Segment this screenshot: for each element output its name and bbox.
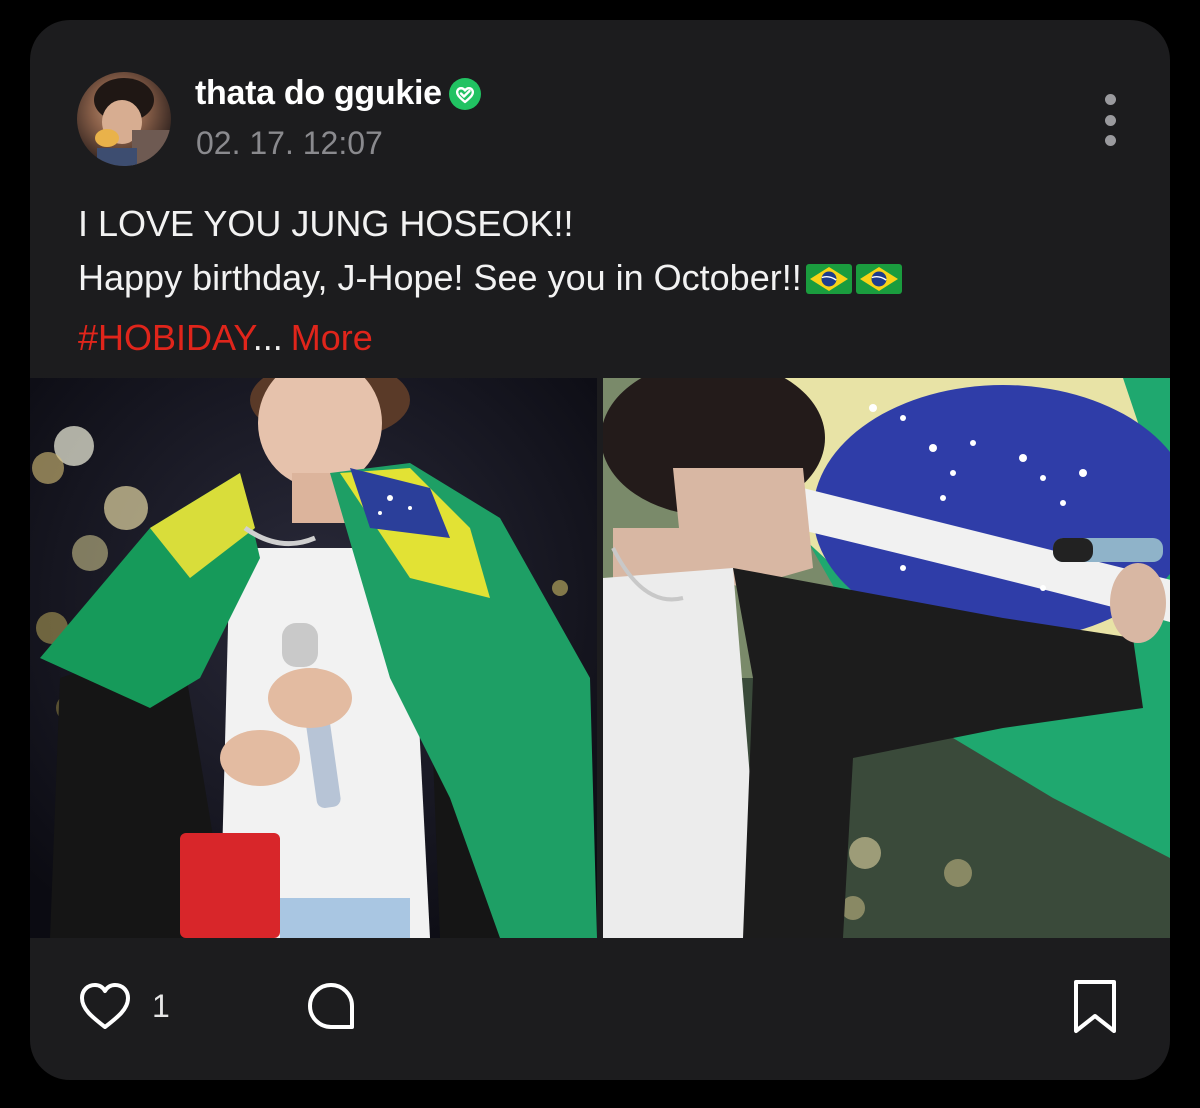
hashtag-link[interactable]: #HOBIDAY: [78, 317, 253, 358]
post-image-1[interactable]: [30, 378, 597, 938]
post-text-line-2-text: Happy birthday, J-Hope! See you in Octob…: [78, 257, 802, 298]
heart-icon[interactable]: [78, 980, 132, 1034]
more-dot: [1104, 135, 1116, 146]
post-card: thata do ggukie 02. 17. 12:07 I LOVE YOU…: [30, 20, 1170, 1080]
verified-badge-icon: [448, 77, 482, 111]
post-text-line-2: Happy birthday, J-Hope! See you in Octob…: [78, 251, 902, 311]
more-dot: [1104, 94, 1116, 105]
post-text-line-3: #HOBIDAY... More: [78, 311, 902, 365]
truncation-ellipsis: ...: [252, 317, 283, 358]
avatar[interactable]: [77, 72, 171, 166]
more-button[interactable]: More: [291, 317, 373, 358]
more-dot: [1104, 114, 1116, 126]
author-name[interactable]: thata do ggukie: [195, 74, 442, 113]
post-body: I LOVE YOU JUNG HOSEOK!! Happy birthday,…: [78, 197, 902, 365]
post-image-2[interactable]: [603, 378, 1170, 938]
like-count: 1: [152, 988, 170, 1024]
author-name-row[interactable]: thata do ggukie: [195, 74, 482, 113]
brazil-flag-icon: [805, 257, 852, 311]
bookmark-icon[interactable]: [1070, 978, 1120, 1036]
brazil-flag-icon: [855, 257, 902, 311]
more-options-icon[interactable]: [1098, 94, 1122, 146]
comment-icon[interactable]: [304, 980, 358, 1034]
post-text-line-1: I LOVE YOU JUNG HOSEOK!!: [78, 203, 574, 244]
post-actions-bar: 1: [30, 938, 1170, 1080]
post-timestamp: 02. 17. 12:07: [196, 125, 383, 161]
